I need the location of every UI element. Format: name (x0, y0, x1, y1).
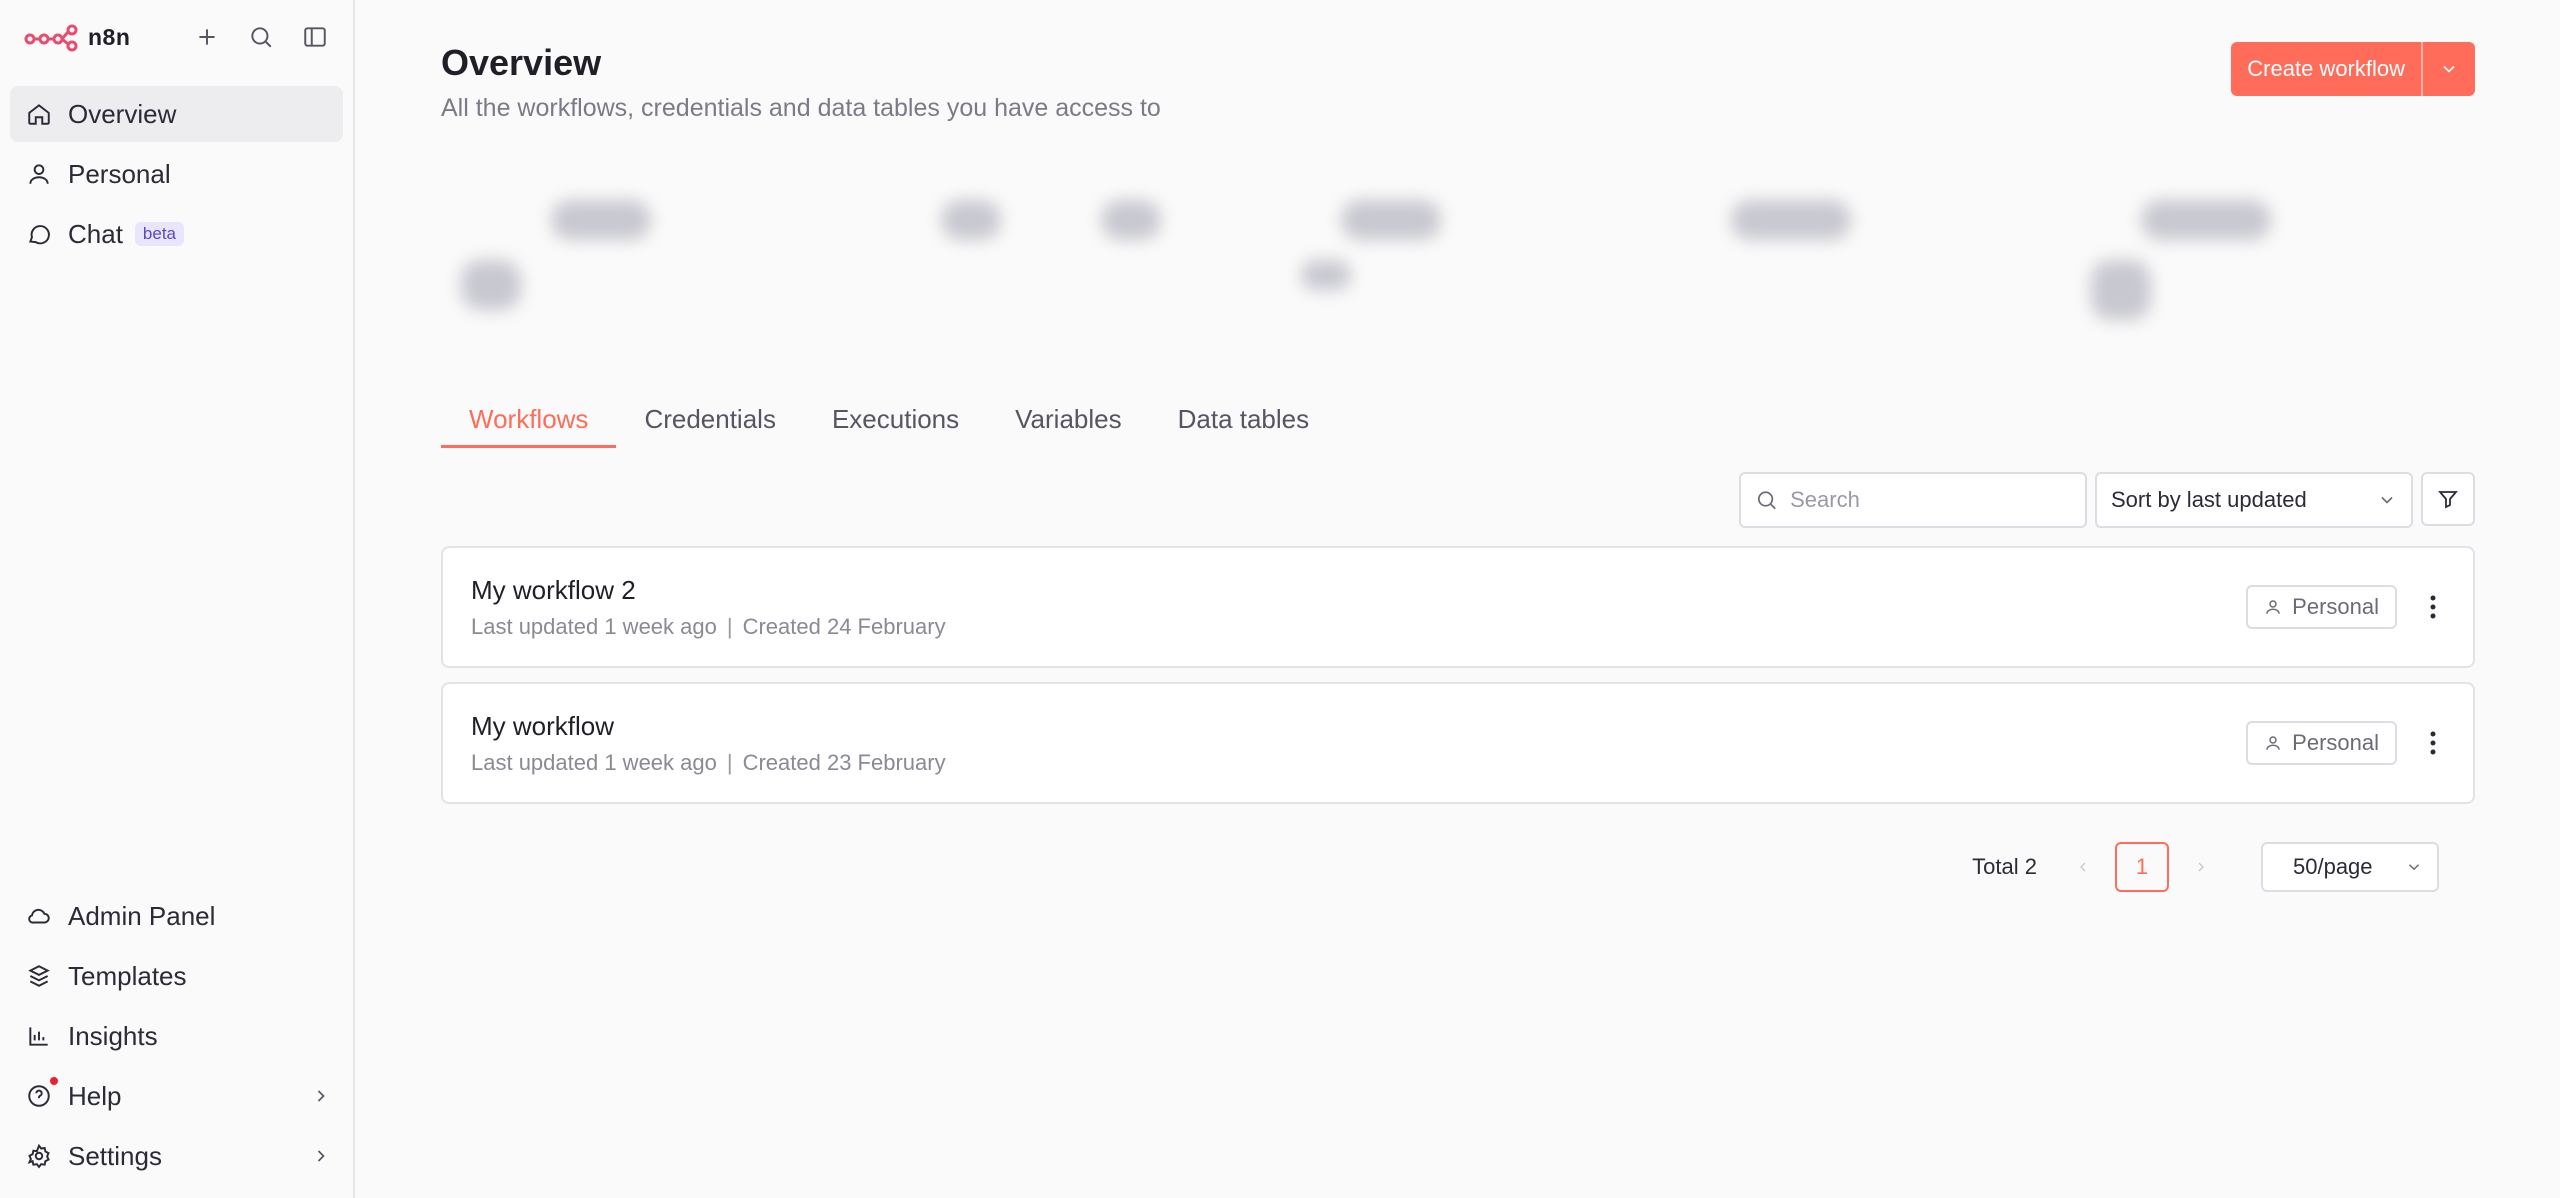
sidebar-item-personal[interactable]: Personal (10, 146, 343, 202)
owner-badge: Personal (2246, 721, 2397, 765)
kebab-icon (2430, 731, 2436, 755)
workflow-updated: Last updated 1 week ago (471, 749, 717, 775)
sidebar-item-overview[interactable]: Overview (10, 86, 343, 142)
sort-label: Sort by last updated (2111, 487, 2307, 512)
workflow-list: My workflow 2 Last updated 1 week ago | … (441, 546, 2475, 804)
home-icon (28, 104, 50, 125)
bar-chart-icon (29, 1027, 48, 1046)
workflow-card[interactable]: My workflow 2 Last updated 1 week ago | … (441, 546, 2475, 668)
owner-label: Personal (2292, 730, 2379, 755)
pagination: Total 2 1 50/page (441, 842, 2475, 892)
page-size-select[interactable]: 50/page (2261, 842, 2439, 892)
cloud-icon (28, 908, 50, 924)
add-icon[interactable] (193, 23, 221, 51)
owner-label: Personal (2292, 594, 2379, 619)
tab-variables[interactable]: Variables (987, 390, 1149, 448)
page-title: Overview (441, 42, 602, 83)
help-icon (28, 1085, 50, 1107)
sidebar-item-label: Admin Panel (68, 900, 216, 931)
more-options-button[interactable] (2421, 723, 2445, 763)
page-header: Overview All the workflows, credentials … (441, 0, 2475, 150)
main-content: Overview All the workflows, credentials … (355, 0, 2560, 1198)
sidebar-toggle-icon[interactable] (301, 23, 329, 51)
sidebar-item-label: Insights (68, 1020, 158, 1051)
sidebar-header: n8n (0, 0, 353, 74)
sidebar-item-admin-panel[interactable]: Admin Panel (10, 888, 343, 944)
sidebar-item-label: Chat (68, 218, 123, 249)
chevron-right-icon (317, 1150, 325, 1162)
sidebar-item-label: Help (68, 1080, 122, 1111)
sidebar-item-settings[interactable]: Settings (10, 1128, 343, 1184)
list-toolbar: Sort by last updated (441, 472, 2475, 528)
tab-executions[interactable]: Executions (804, 390, 987, 448)
create-dropdown-button[interactable] (2421, 42, 2475, 96)
logo[interactable]: n8n (24, 22, 130, 52)
sidebar-item-chat[interactable]: Chat beta (10, 206, 343, 262)
sidebar-item-label: Overview (68, 98, 177, 129)
workflow-updated: Last updated 1 week ago (471, 613, 717, 639)
search-icon[interactable] (247, 23, 275, 51)
page-button-current[interactable]: 1 (2115, 842, 2169, 892)
sidebar-item-label: Personal (68, 158, 171, 189)
create-workflow-button[interactable]: Create workflow (2231, 42, 2421, 96)
page-size-label: 50/page (2293, 854, 2373, 879)
sidebar-nav: Overview Personal Chat beta (0, 74, 353, 262)
user-icon (29, 164, 49, 184)
sidebar: n8n Overview Personal Chat beta Admin Pa… (0, 0, 355, 1198)
workflow-title[interactable]: My workflow 2 (471, 575, 946, 606)
search-input[interactable] (1790, 487, 2071, 513)
tab-data-tables[interactable]: Data tables (1150, 390, 1338, 448)
meta-separator: | (726, 613, 733, 639)
chat-icon (28, 225, 50, 245)
tab-credentials[interactable]: Credentials (616, 390, 804, 448)
chevron-down-icon (2408, 864, 2420, 871)
filter-icon (2438, 491, 2458, 509)
sidebar-bottom-nav: Admin Panel Templates Insights Help Sett… (10, 888, 343, 1188)
user-icon (2266, 736, 2280, 750)
prev-page-button[interactable] (2063, 842, 2103, 892)
chevron-down-icon (2443, 65, 2455, 73)
chevron-right-icon (2198, 862, 2204, 872)
sidebar-item-label: Settings (68, 1140, 162, 1171)
user-icon (2266, 600, 2280, 614)
sidebar-item-help[interactable]: Help (10, 1068, 343, 1124)
n8n-logo-icon (24, 24, 78, 52)
chevron-left-icon (2080, 862, 2086, 872)
meta-separator: | (726, 749, 733, 775)
tabs: Workflows Credentials Executions Variabl… (441, 390, 2475, 450)
owner-badge: Personal (2246, 585, 2397, 629)
total-count: Total 2 (1972, 854, 2037, 879)
sidebar-item-insights[interactable]: Insights (10, 1008, 343, 1064)
help-icon-wrapper (26, 1077, 58, 1109)
chevron-down-icon (2381, 496, 2393, 504)
workflow-title[interactable]: My workflow (471, 711, 946, 742)
insights-summary-placeholder (441, 150, 2475, 390)
next-page-button[interactable] (2181, 842, 2221, 892)
kebab-icon (2430, 595, 2436, 619)
beta-badge: beta (134, 222, 185, 246)
tab-workflows[interactable]: Workflows (441, 390, 617, 448)
notification-dot (50, 1077, 58, 1085)
app-name: n8n (88, 23, 131, 50)
page-subtitle: All the workflows, credentials and data … (441, 94, 1161, 122)
sidebar-item-label: Templates (68, 960, 187, 991)
workflow-created: Created 24 February (742, 613, 946, 639)
more-options-button[interactable] (2421, 587, 2445, 627)
sidebar-item-templates[interactable]: Templates (10, 948, 343, 1004)
chevron-right-icon (317, 1090, 325, 1102)
create-workflow-group: Create workflow (2231, 42, 2475, 96)
search-box (1739, 472, 2087, 528)
sort-select[interactable]: Sort by last updated (2095, 472, 2413, 528)
workflow-created: Created 23 February (742, 749, 946, 775)
box-icon (28, 965, 50, 987)
workflow-card[interactable]: My workflow Last updated 1 week ago | Cr… (441, 682, 2475, 804)
filter-button[interactable] (2421, 472, 2475, 526)
gear-icon (27, 1143, 50, 1169)
search-icon (1757, 491, 1776, 510)
